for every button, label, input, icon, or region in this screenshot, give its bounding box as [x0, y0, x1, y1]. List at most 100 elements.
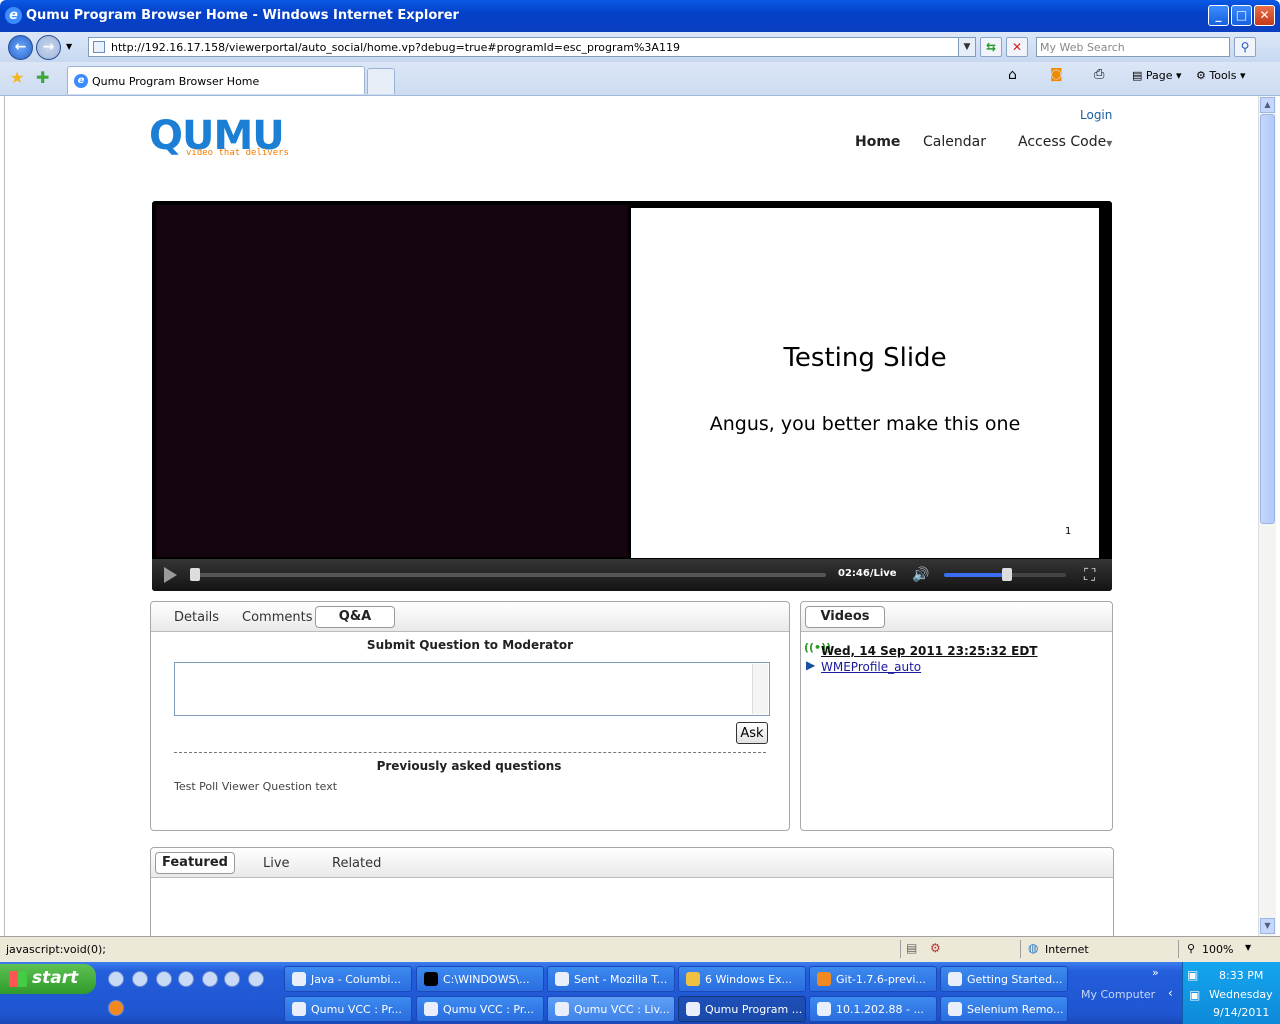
back-button[interactable]: ←	[8, 35, 33, 60]
firefox-icon	[817, 972, 831, 986]
quicklaunch-icon[interactable]	[108, 971, 124, 987]
home-icon[interactable]: ⌂	[1008, 67, 1017, 83]
tab-qa[interactable]: Q&A	[315, 606, 395, 628]
quicklaunch-icon[interactable]	[178, 971, 194, 987]
clock-time[interactable]: 8:33 PM	[1219, 969, 1263, 982]
ie-icon: e	[5, 7, 22, 24]
quicklaunch-icon[interactable]	[156, 971, 172, 987]
history-dropdown-icon[interactable]: ▼	[66, 42, 72, 51]
favorites-star-icon[interactable]: ★	[10, 68, 24, 87]
chrome-icon[interactable]	[202, 971, 218, 987]
window-titlebar: e Qumu Program Browser Home - Windows In…	[0, 0, 1280, 32]
window-title: Qumu Program Browser Home - Windows Inte…	[26, 8, 459, 23]
network-icon[interactable]: ▣	[1187, 968, 1198, 982]
nav-home[interactable]: Home	[855, 134, 900, 150]
video-item-wmeprofile[interactable]: WMEProfile_auto	[821, 660, 921, 674]
quicklaunch-icon[interactable]	[224, 971, 240, 987]
zoom-level[interactable]: 100%	[1202, 943, 1233, 956]
time-readout: 02:46/Live	[838, 568, 897, 579]
scrollbar-thumb[interactable]	[1260, 114, 1275, 524]
ie-icon[interactable]	[248, 971, 264, 987]
status-divider	[900, 940, 901, 958]
volume-icon[interactable]: 🔊	[912, 567, 929, 583]
feeds-icon[interactable]: ◙	[1050, 67, 1063, 82]
taskbar-button[interactable]: Sent - Mozilla T...	[547, 966, 675, 992]
forward-button[interactable]: →	[36, 35, 61, 60]
refresh-icon[interactable]: ⇆	[980, 37, 1002, 57]
slide-title: Testing Slide	[783, 343, 947, 373]
nav-access-code[interactable]: Access Code▼	[1018, 134, 1112, 150]
nav-calendar[interactable]: Calendar	[923, 134, 986, 150]
fullscreen-icon[interactable]: ⛶	[1084, 565, 1095, 585]
tab-qumu-home[interactable]: e Qumu Program Browser Home	[67, 66, 365, 94]
progress-thumb[interactable]	[190, 568, 200, 581]
address-url: http://192.16.17.158/viewerportal/auto_s…	[111, 41, 680, 54]
taskbar-button-label: Git-1.7.6-previ...	[836, 973, 926, 986]
video-area[interactable]	[156, 205, 628, 557]
windows-flag-icon	[9, 971, 27, 987]
taskbar-button-label: Qumu VCC : Pr...	[311, 1003, 402, 1016]
add-favorites-icon[interactable]: ✚	[36, 68, 49, 87]
new-tab-button[interactable]	[367, 68, 395, 94]
scroll-down-icon[interactable]: ▼	[1260, 918, 1275, 934]
progress-bar[interactable]	[192, 573, 826, 577]
search-icon[interactable]: ⚲	[1234, 37, 1256, 57]
maximize-button[interactable]: □	[1231, 5, 1252, 26]
search-input[interactable]: My Web Search	[1036, 37, 1230, 57]
app-icon	[948, 1002, 962, 1016]
address-dropdown-icon[interactable]: ▼	[958, 37, 976, 57]
tab-live[interactable]: Live	[263, 856, 290, 871]
popup-blocked-icon[interactable]: ⚙	[930, 941, 941, 955]
ie-icon	[948, 972, 962, 986]
tab-details[interactable]: Details	[174, 610, 219, 625]
start-button[interactable]: start	[0, 964, 96, 994]
address-field[interactable]: http://192.16.17.158/viewerportal/auto_s…	[88, 37, 976, 57]
volume-thumb[interactable]	[1002, 568, 1012, 581]
player-controls: 02:46/Live 🔊 ⛶	[152, 559, 1112, 591]
question-input[interactable]	[174, 662, 770, 716]
scroll-up-icon[interactable]: ▲	[1260, 97, 1275, 113]
clock-day: Wednesday	[1209, 988, 1273, 1001]
taskbar-button[interactable]: Getting Started...	[940, 966, 1068, 992]
tray-collapse-icon[interactable]: ‹	[1168, 986, 1173, 1000]
tab-related[interactable]: Related	[332, 856, 381, 871]
folder-icon	[686, 972, 700, 986]
tab-comments[interactable]: Comments	[242, 610, 312, 625]
page-scrollbar[interactable]: ▲ ▼	[1258, 96, 1276, 936]
firefox-icon[interactable]	[108, 1000, 124, 1016]
taskbar-button[interactable]: Java - Columbi...	[284, 966, 412, 992]
zoom-dropdown-icon[interactable]: ▼	[1245, 943, 1251, 952]
taskbar-button[interactable]: Qumu VCC : Liv...	[547, 996, 675, 1022]
quicklaunch-icon[interactable]	[132, 971, 148, 987]
taskbar-button[interactable]: Qumu VCC : Pr...	[284, 996, 412, 1022]
taskbar-button[interactable]: 6 Windows Ex...	[678, 966, 806, 992]
taskbar-button-active[interactable]: Qumu Program ...	[678, 996, 806, 1022]
tab-featured[interactable]: Featured	[155, 852, 235, 874]
address-row: ← → ▼ http://192.16.17.158/viewerportal/…	[0, 32, 1280, 62]
login-link[interactable]: Login	[1080, 108, 1112, 122]
taskbar-button[interactable]: Selenium Remo...	[940, 996, 1068, 1022]
taskbar-button-label: Qumu Program ...	[705, 1003, 803, 1016]
print-icon[interactable]: ⎙	[1094, 67, 1104, 82]
featured-panel: Featured Live Related	[150, 847, 1114, 936]
zoom-icon[interactable]: ⚲	[1187, 942, 1195, 955]
taskbar-button[interactable]: C:\WINDOWS\...	[416, 966, 544, 992]
network-icon[interactable]: ▣	[1189, 988, 1200, 1002]
stop-icon[interactable]: ✕	[1006, 37, 1028, 57]
taskbar-button[interactable]: 10.1.202.88 - ...	[809, 996, 937, 1022]
system-tray: ▣ ▣ 8:33 PM Wednesday 9/14/2011	[1182, 962, 1280, 1024]
tab-videos[interactable]: Videos	[805, 606, 885, 628]
taskbar-button[interactable]: Git-1.7.6-previ...	[809, 966, 937, 992]
close-button[interactable]: ✕	[1254, 5, 1275, 26]
taskbar-button-label: Selenium Remo...	[967, 1003, 1064, 1016]
ask-button[interactable]: Ask	[736, 722, 768, 744]
page-menu[interactable]: ▤ Page ▾	[1132, 69, 1182, 82]
video-item-live[interactable]: Wed, 14 Sep 2011 23:25:32 EDT	[821, 644, 1038, 658]
question-scrollbar[interactable]	[752, 664, 768, 714]
page-icon	[93, 41, 105, 53]
play-icon[interactable]	[164, 567, 177, 583]
chevron-icon[interactable]: »	[1152, 966, 1159, 979]
minimize-button[interactable]: _	[1208, 5, 1229, 26]
taskbar-button[interactable]: Qumu VCC : Pr...	[416, 996, 544, 1022]
tools-menu[interactable]: ⚙ Tools ▾	[1196, 69, 1246, 82]
